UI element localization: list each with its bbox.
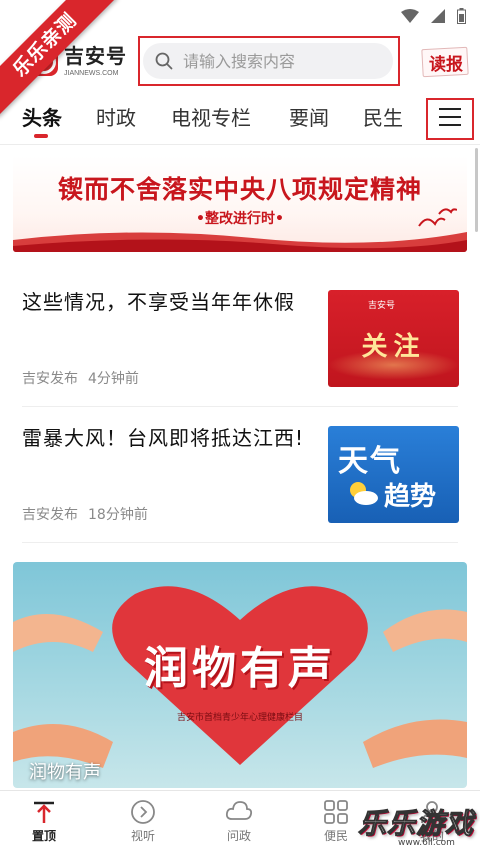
ribbon-text: 乐乐亲测	[0, 0, 118, 118]
pin-top-icon	[34, 801, 54, 823]
news-time: 4分钟前	[88, 371, 139, 387]
news-source: 吉安发布	[22, 507, 78, 523]
search-icon	[155, 52, 173, 70]
nav-label: 置顶	[31, 829, 56, 843]
nav-label: 问政	[226, 829, 251, 843]
nav-item-top[interactable]: 置顶	[14, 799, 74, 844]
feature-caption: 润物有声	[29, 762, 101, 783]
promo-banner[interactable]: 锲而不舍落实中央八项规定精神 •整改进行时•	[13, 156, 467, 252]
thumbnail-word-trend: 趋势	[384, 482, 437, 512]
news-source: 吉安发布	[22, 371, 78, 387]
nav-item-media[interactable]: 视听	[113, 799, 173, 844]
banner-title: 锲而不舍落实中央八项规定精神	[57, 175, 422, 204]
corner-watermark-url: www.6ll.com	[398, 838, 455, 848]
search-bar[interactable]	[143, 43, 393, 79]
news-thumbnail[interactable]: 天气 趋势	[328, 426, 459, 523]
cloud-icon	[225, 801, 253, 820]
card-divider	[22, 542, 458, 543]
signal-icon	[431, 9, 445, 23]
news-meta: 吉安发布 4分钟前	[22, 368, 139, 388]
tab-livelihood[interactable]: 民生	[363, 102, 403, 131]
card-divider	[22, 406, 458, 407]
active-tab-indicator	[34, 134, 48, 138]
thumbnail-word: 关注	[361, 332, 426, 362]
ribbon-watermark: 乐乐亲测	[0, 0, 130, 130]
tab-divider	[0, 144, 480, 145]
news-time: 18分钟前	[88, 507, 148, 523]
banner-wave-decoration	[13, 232, 467, 252]
grid-icon	[324, 800, 348, 824]
search-input[interactable]	[183, 51, 373, 71]
news-title[interactable]: 雷暴大风！台风即将抵达江西!	[22, 422, 320, 454]
feature-title: 润物有声	[144, 643, 336, 694]
feature-subtitle: 吉安市首档青少年心理健康栏目	[176, 713, 303, 723]
feature-card[interactable]: 润物有声 吉安市首档青少年心理健康栏目 润物有声	[13, 562, 467, 788]
sun-cloud-icon	[350, 482, 378, 505]
nav-label: 视听	[130, 829, 155, 843]
wifi-icon	[401, 9, 419, 23]
nav-item-inquiry[interactable]: 问政	[209, 799, 269, 844]
news-thumbnail[interactable]: 吉安号 关注	[328, 290, 459, 387]
news-meta: 吉安发布 18分钟前	[22, 504, 148, 524]
corner-watermark-text: 乐乐游戏	[357, 807, 475, 841]
read-newspaper-label: 读报	[429, 55, 463, 75]
tab-news[interactable]: 要闻	[289, 102, 329, 131]
news-title[interactable]: 这些情况，不享受当年年休假	[22, 286, 320, 318]
thumbnail-word-weather: 天气	[338, 444, 402, 479]
corner-watermark: 乐乐游戏 www.6ll.com	[352, 800, 480, 853]
battery-icon	[457, 8, 466, 24]
hamburger-menu-icon[interactable]	[439, 108, 461, 130]
play-circle-icon	[131, 800, 155, 824]
scrollbar[interactable]	[475, 148, 478, 232]
tab-tv-column[interactable]: 电视专栏	[171, 102, 251, 131]
thumbnail-logo: 吉安号	[368, 301, 396, 311]
read-newspaper-button[interactable]: 读报	[420, 46, 472, 78]
